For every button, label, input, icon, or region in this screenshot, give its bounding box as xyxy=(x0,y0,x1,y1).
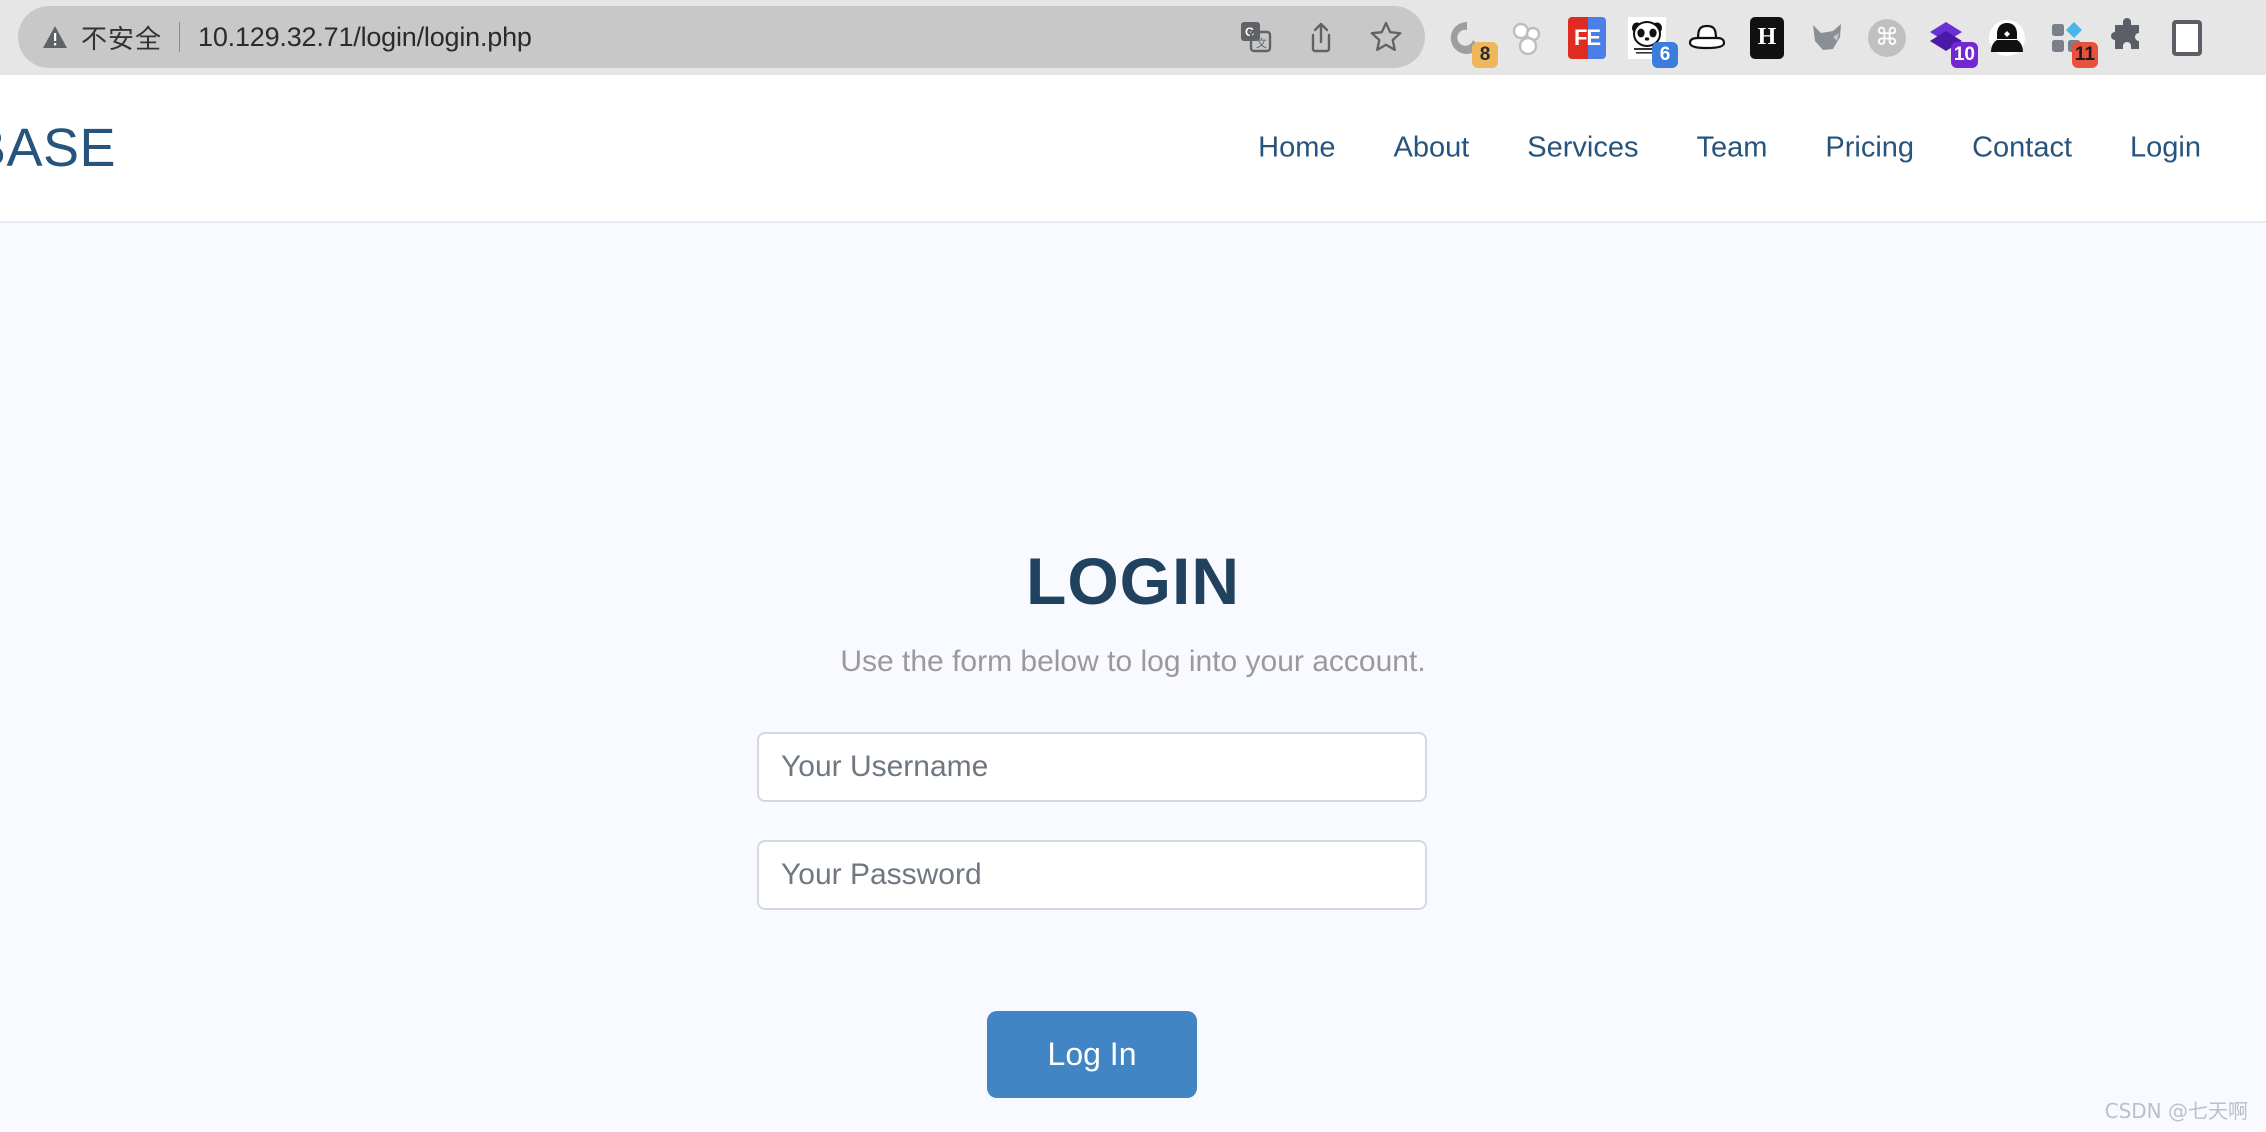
username-input[interactable] xyxy=(757,732,1427,802)
nav-item-contact[interactable]: Contact xyxy=(1943,132,2101,165)
command-extension-icon[interactable]: ⌘ xyxy=(1865,16,1909,60)
watermark: CSDN @七天啊 xyxy=(2104,1099,2248,1123)
svg-text:文: 文 xyxy=(1256,36,1267,50)
wolf-extension-icon[interactable] xyxy=(1805,16,1849,60)
extension-badge: 8 xyxy=(1472,41,1498,68)
extension-icons: 8 FE 6 H ⌘ 10 11 xyxy=(1445,0,2209,75)
puzzle-extensions-icon[interactable] xyxy=(2105,16,2149,60)
security-status[interactable]: 不安全 xyxy=(42,19,162,56)
login-submit-button[interactable]: Log In xyxy=(987,1011,1197,1098)
nav-item-services[interactable]: Services xyxy=(1498,132,1667,165)
login-form xyxy=(757,732,1427,910)
c-ring-extension-icon[interactable]: 8 xyxy=(1445,16,1498,68)
nav-item-about[interactable]: About xyxy=(1365,132,1499,165)
site-logo[interactable]: BASE xyxy=(0,117,116,179)
fe-extension-icon[interactable]: FE xyxy=(1565,16,1609,60)
fe-extension-label: FE xyxy=(1568,16,1606,59)
browser-toolbar: 不安全 10.129.32.71/login/login.php G 文 8 F… xyxy=(0,0,2266,75)
omnibox-actions: G 文 xyxy=(1239,6,1403,68)
nav-item-home[interactable]: Home xyxy=(1229,132,1364,165)
page-title: LOGIN xyxy=(1026,544,1240,619)
grid-extension-icon[interactable]: 11 xyxy=(2045,16,2098,68)
site-header: BASE Home About Services Team Pricing Co… xyxy=(0,75,2266,223)
h-extension-icon[interactable]: H xyxy=(1745,16,1789,60)
sidebar-toggle-icon[interactable] xyxy=(2165,16,2209,60)
insecure-warning-icon xyxy=(42,25,68,49)
security-status-label: 不安全 xyxy=(81,24,163,55)
panda-extension-icon[interactable]: 6 xyxy=(1625,16,1678,68)
bookmark-star-icon[interactable] xyxy=(1369,20,1403,54)
address-bar[interactable]: 不安全 10.129.32.71/login/login.php G 文 xyxy=(18,6,1425,68)
extension-badge: 10 xyxy=(1950,41,1978,68)
sidebar-toggle-shape xyxy=(2172,19,2202,56)
main-navigation: Home About Services Team Pricing Contact… xyxy=(1229,132,2230,165)
nav-item-team[interactable]: Team xyxy=(1668,132,1797,165)
nav-item-login[interactable]: Login xyxy=(2101,132,2230,165)
nav-item-pricing[interactable]: Pricing xyxy=(1796,132,1943,165)
url-text: 10.129.32.71/login/login.php xyxy=(198,21,532,52)
h-extension-label: H xyxy=(1750,16,1784,59)
command-glyph: ⌘ xyxy=(1868,18,1906,57)
translate-icon[interactable]: G 文 xyxy=(1239,20,1273,54)
hat-extension-icon[interactable] xyxy=(1685,16,1729,60)
omnibox-divider xyxy=(179,22,181,52)
hacker-extension-icon[interactable] xyxy=(1985,16,2029,60)
extension-badge: 6 xyxy=(1652,41,1678,68)
extension-badge: 11 xyxy=(2071,41,2098,68)
share-icon[interactable] xyxy=(1304,20,1338,54)
molecule-extension-icon[interactable] xyxy=(1505,16,1549,60)
login-page-body: LOGIN Use the form below to log into you… xyxy=(0,223,2266,1132)
page-subtitle: Use the form below to log into your acco… xyxy=(840,645,1426,678)
purple-layers-extension-icon[interactable]: 10 xyxy=(1925,16,1978,68)
password-input[interactable] xyxy=(757,840,1427,910)
